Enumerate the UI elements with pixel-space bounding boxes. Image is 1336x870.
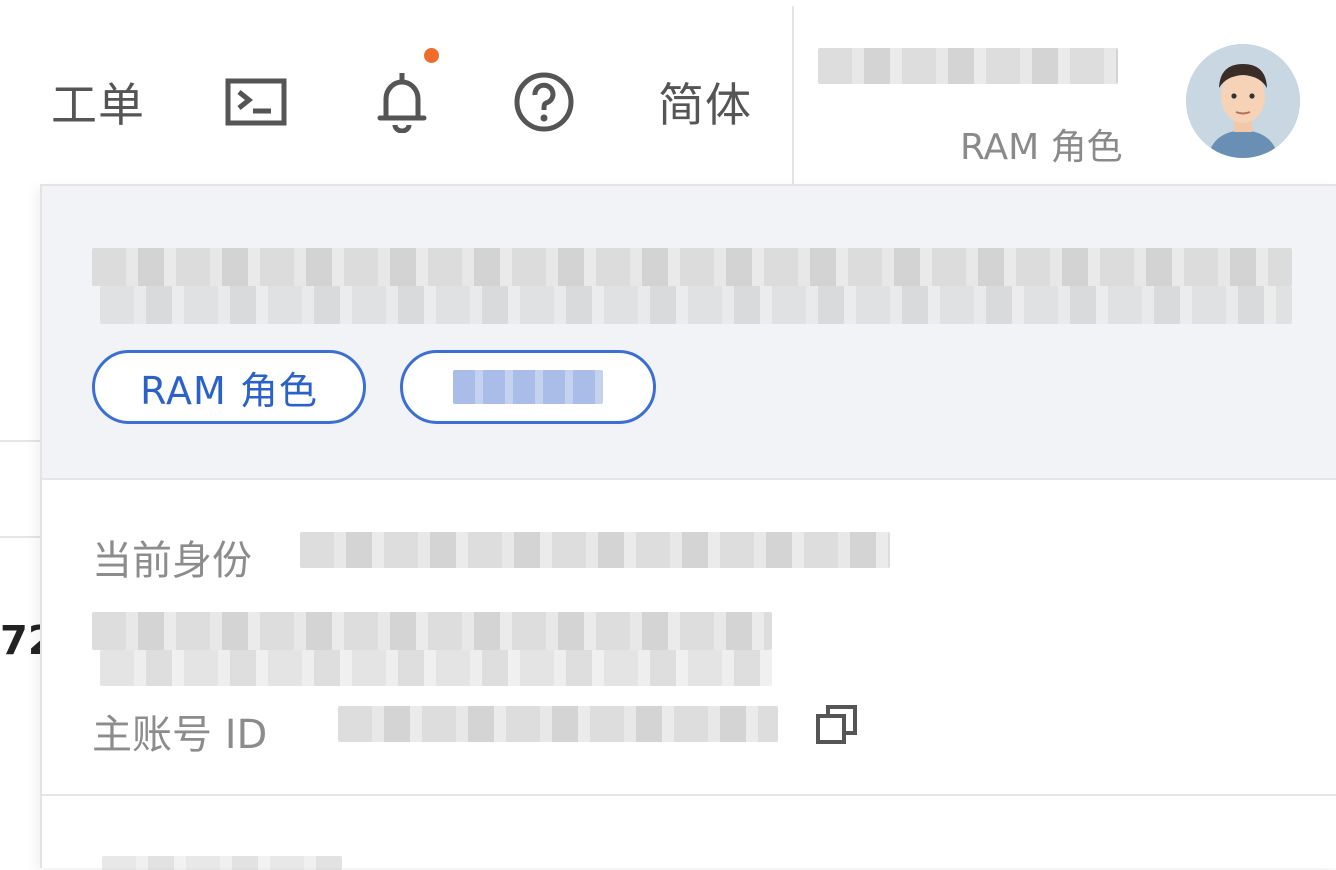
panel-footer-redacted xyxy=(102,856,342,870)
work-order-link[interactable]: 工单 xyxy=(48,72,148,132)
account-name-redacted xyxy=(818,48,1118,84)
topbar-divider xyxy=(792,6,794,184)
help-button[interactable] xyxy=(510,72,578,132)
account-role-label: RAM 角色 xyxy=(960,127,1123,168)
redacted-tag xyxy=(400,350,656,424)
language-switch[interactable]: 简体 xyxy=(655,72,755,132)
panel-divider xyxy=(42,794,1336,796)
account-panel-header: RAM 角色 xyxy=(42,186,1336,480)
avatar-face-icon xyxy=(1186,44,1300,158)
ram-role-tag: RAM 角色 xyxy=(92,350,366,424)
background-divider xyxy=(0,440,40,442)
terminal-button[interactable] xyxy=(222,72,290,132)
main-account-id-value-redacted xyxy=(338,706,778,742)
account-panel-body: 当前身份 主账号 ID xyxy=(42,480,1336,798)
current-identity-value-redacted xyxy=(300,532,890,568)
main-account-id-label: 主账号 ID xyxy=(92,712,268,758)
copy-icon xyxy=(816,705,857,744)
redacted-tag-text xyxy=(453,370,603,404)
notification-button[interactable] xyxy=(370,72,434,133)
account-name-redacted xyxy=(92,248,1292,286)
notification-badge xyxy=(424,48,439,63)
copy-button[interactable] xyxy=(814,702,860,748)
top-navigation-bar: 工单 简体 RAM 角色 xyxy=(0,0,1336,192)
identity-detail-redacted xyxy=(100,650,772,686)
avatar[interactable] xyxy=(1186,44,1300,158)
identity-detail-redacted xyxy=(92,612,772,650)
current-identity-label: 当前身份 xyxy=(92,538,252,584)
account-dropdown-panel: RAM 角色 当前身份 主账号 ID xyxy=(40,184,1336,870)
account-detail-redacted xyxy=(100,286,1292,324)
help-circle-icon xyxy=(514,72,574,132)
terminal-icon xyxy=(225,78,287,126)
background-divider xyxy=(0,536,40,538)
bell-icon xyxy=(377,73,427,133)
